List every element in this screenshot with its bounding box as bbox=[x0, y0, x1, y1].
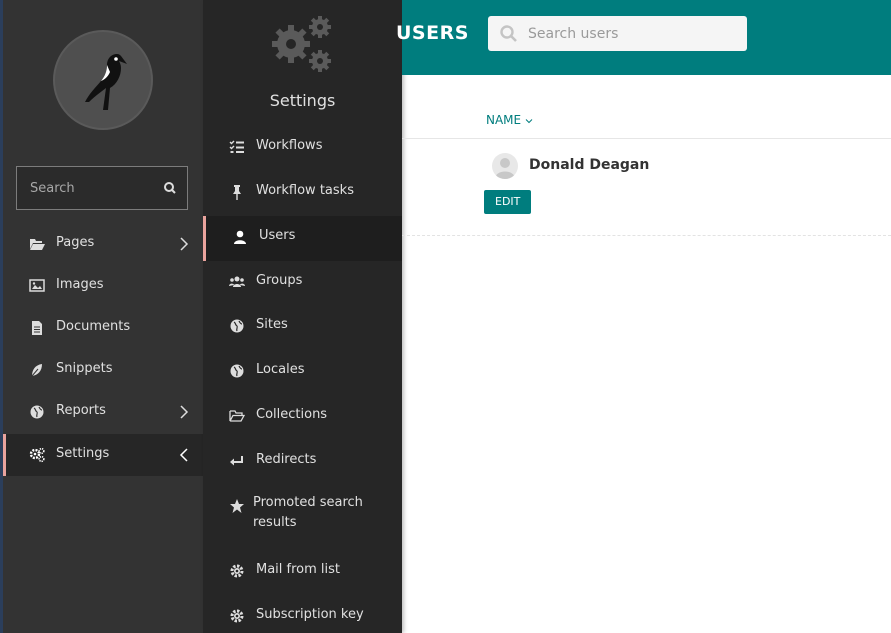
cog-icon bbox=[230, 609, 244, 623]
sidebar-item-settings[interactable]: Settings bbox=[3, 434, 203, 476]
app-root: Pages Images Documents Snippets bbox=[0, 0, 891, 633]
wagtail-logo[interactable] bbox=[53, 30, 153, 130]
submenu-item-label: Collections bbox=[256, 407, 328, 422]
submenu-item-mail-from-list[interactable]: Mail from list bbox=[203, 550, 402, 595]
site-icon bbox=[230, 364, 244, 378]
submenu-item-users[interactable]: Users bbox=[203, 216, 402, 261]
thumbtack-icon bbox=[233, 185, 241, 200]
sidebar-item-label: Documents bbox=[56, 319, 131, 334]
submenu-item-workflows[interactable]: Workflows bbox=[203, 126, 402, 171]
main-sidebar: Pages Images Documents Snippets bbox=[0, 0, 203, 633]
page-title: USERS bbox=[396, 22, 469, 44]
page-header: USERS bbox=[396, 0, 891, 75]
submenu-title: Settings bbox=[269, 91, 336, 110]
submenu-item-sites[interactable]: Sites bbox=[203, 305, 402, 350]
default-avatar-icon bbox=[495, 158, 515, 179]
submenu-item-label: Mail from list bbox=[256, 562, 341, 577]
chevron-down-icon bbox=[525, 119, 533, 124]
group-icon bbox=[229, 276, 245, 287]
snippet-icon bbox=[31, 364, 42, 377]
site-icon bbox=[30, 405, 44, 419]
redirect-icon bbox=[230, 456, 243, 466]
folder-open-icon bbox=[229, 410, 245, 422]
image-icon bbox=[29, 279, 45, 292]
submenu-item-label: Users bbox=[259, 228, 296, 243]
sidebar-search-input[interactable] bbox=[17, 167, 147, 209]
submenu-item-promoted-search-results[interactable]: Promoted search results bbox=[203, 485, 402, 545]
search-icon bbox=[164, 182, 176, 194]
sidebar-item-label: Settings bbox=[56, 446, 110, 461]
sidebar-item-label: Images bbox=[56, 277, 104, 292]
tasks-icon bbox=[229, 140, 244, 153]
sidebar-item-label: Snippets bbox=[56, 361, 113, 376]
user-search bbox=[488, 16, 747, 51]
search-icon bbox=[500, 25, 517, 42]
sidebar-item-pages[interactable]: Pages bbox=[3, 223, 203, 265]
column-header-label: NAME bbox=[486, 113, 522, 127]
site-icon bbox=[230, 319, 244, 333]
chevron-left-icon bbox=[179, 448, 188, 462]
submenu-item-label: Subscription key bbox=[256, 607, 364, 622]
submenu-item-subscription-key[interactable]: Subscription key bbox=[203, 595, 402, 633]
sidebar-item-images[interactable]: Images bbox=[3, 265, 203, 307]
submenu-item-locales[interactable]: Locales bbox=[203, 350, 402, 395]
user-name-link[interactable]: Donald Deagan bbox=[529, 157, 649, 173]
folder-open-icon bbox=[30, 239, 45, 250]
sidebar-item-snippets[interactable]: Snippets bbox=[3, 349, 203, 391]
submenu-item-label: Workflow tasks bbox=[256, 183, 354, 198]
submenu-item-label: Sites bbox=[256, 317, 288, 332]
submenu-item-label: Locales bbox=[256, 362, 305, 377]
table-row: Donald Deagan EDIT bbox=[402, 139, 891, 236]
submenu-item-label: Groups bbox=[256, 273, 303, 288]
sidebar-search bbox=[16, 166, 188, 210]
cog-icon bbox=[230, 564, 244, 578]
submenu-item-groups[interactable]: Groups bbox=[203, 261, 402, 306]
submenu-item-redirects[interactable]: Redirects bbox=[203, 440, 402, 485]
cogs-icon bbox=[29, 447, 45, 463]
column-header-name[interactable]: NAME bbox=[486, 113, 533, 127]
submenu-item-label: Redirects bbox=[256, 452, 317, 467]
sidebar-item-reports[interactable]: Reports bbox=[3, 391, 203, 433]
sidebar-item-label: Reports bbox=[56, 403, 106, 418]
pick-icon bbox=[230, 499, 244, 513]
submenu-item-workflow-tasks[interactable]: Workflow tasks bbox=[203, 171, 402, 216]
sidebar-search-button[interactable] bbox=[159, 177, 181, 199]
sidebar-item-documents[interactable]: Documents bbox=[3, 307, 203, 349]
chevron-right-icon bbox=[180, 405, 189, 419]
doc-full-icon bbox=[32, 321, 42, 335]
user-search-input[interactable] bbox=[528, 16, 738, 51]
settings-submenu: Settings Workflows Workflow tasks Users bbox=[203, 0, 402, 633]
submenu-item-label: Promoted search results bbox=[253, 495, 363, 530]
submenu-item-collections[interactable]: Collections bbox=[203, 395, 402, 440]
chevron-right-icon bbox=[180, 237, 189, 251]
user-icon bbox=[234, 230, 246, 244]
avatar bbox=[492, 153, 518, 179]
cogs-icon bbox=[272, 16, 331, 72]
edit-user-button[interactable]: EDIT bbox=[484, 190, 532, 214]
wagtail-bird-icon bbox=[85, 54, 127, 110]
sidebar-item-label: Pages bbox=[56, 235, 95, 250]
submenu-item-label: Workflows bbox=[256, 138, 323, 153]
